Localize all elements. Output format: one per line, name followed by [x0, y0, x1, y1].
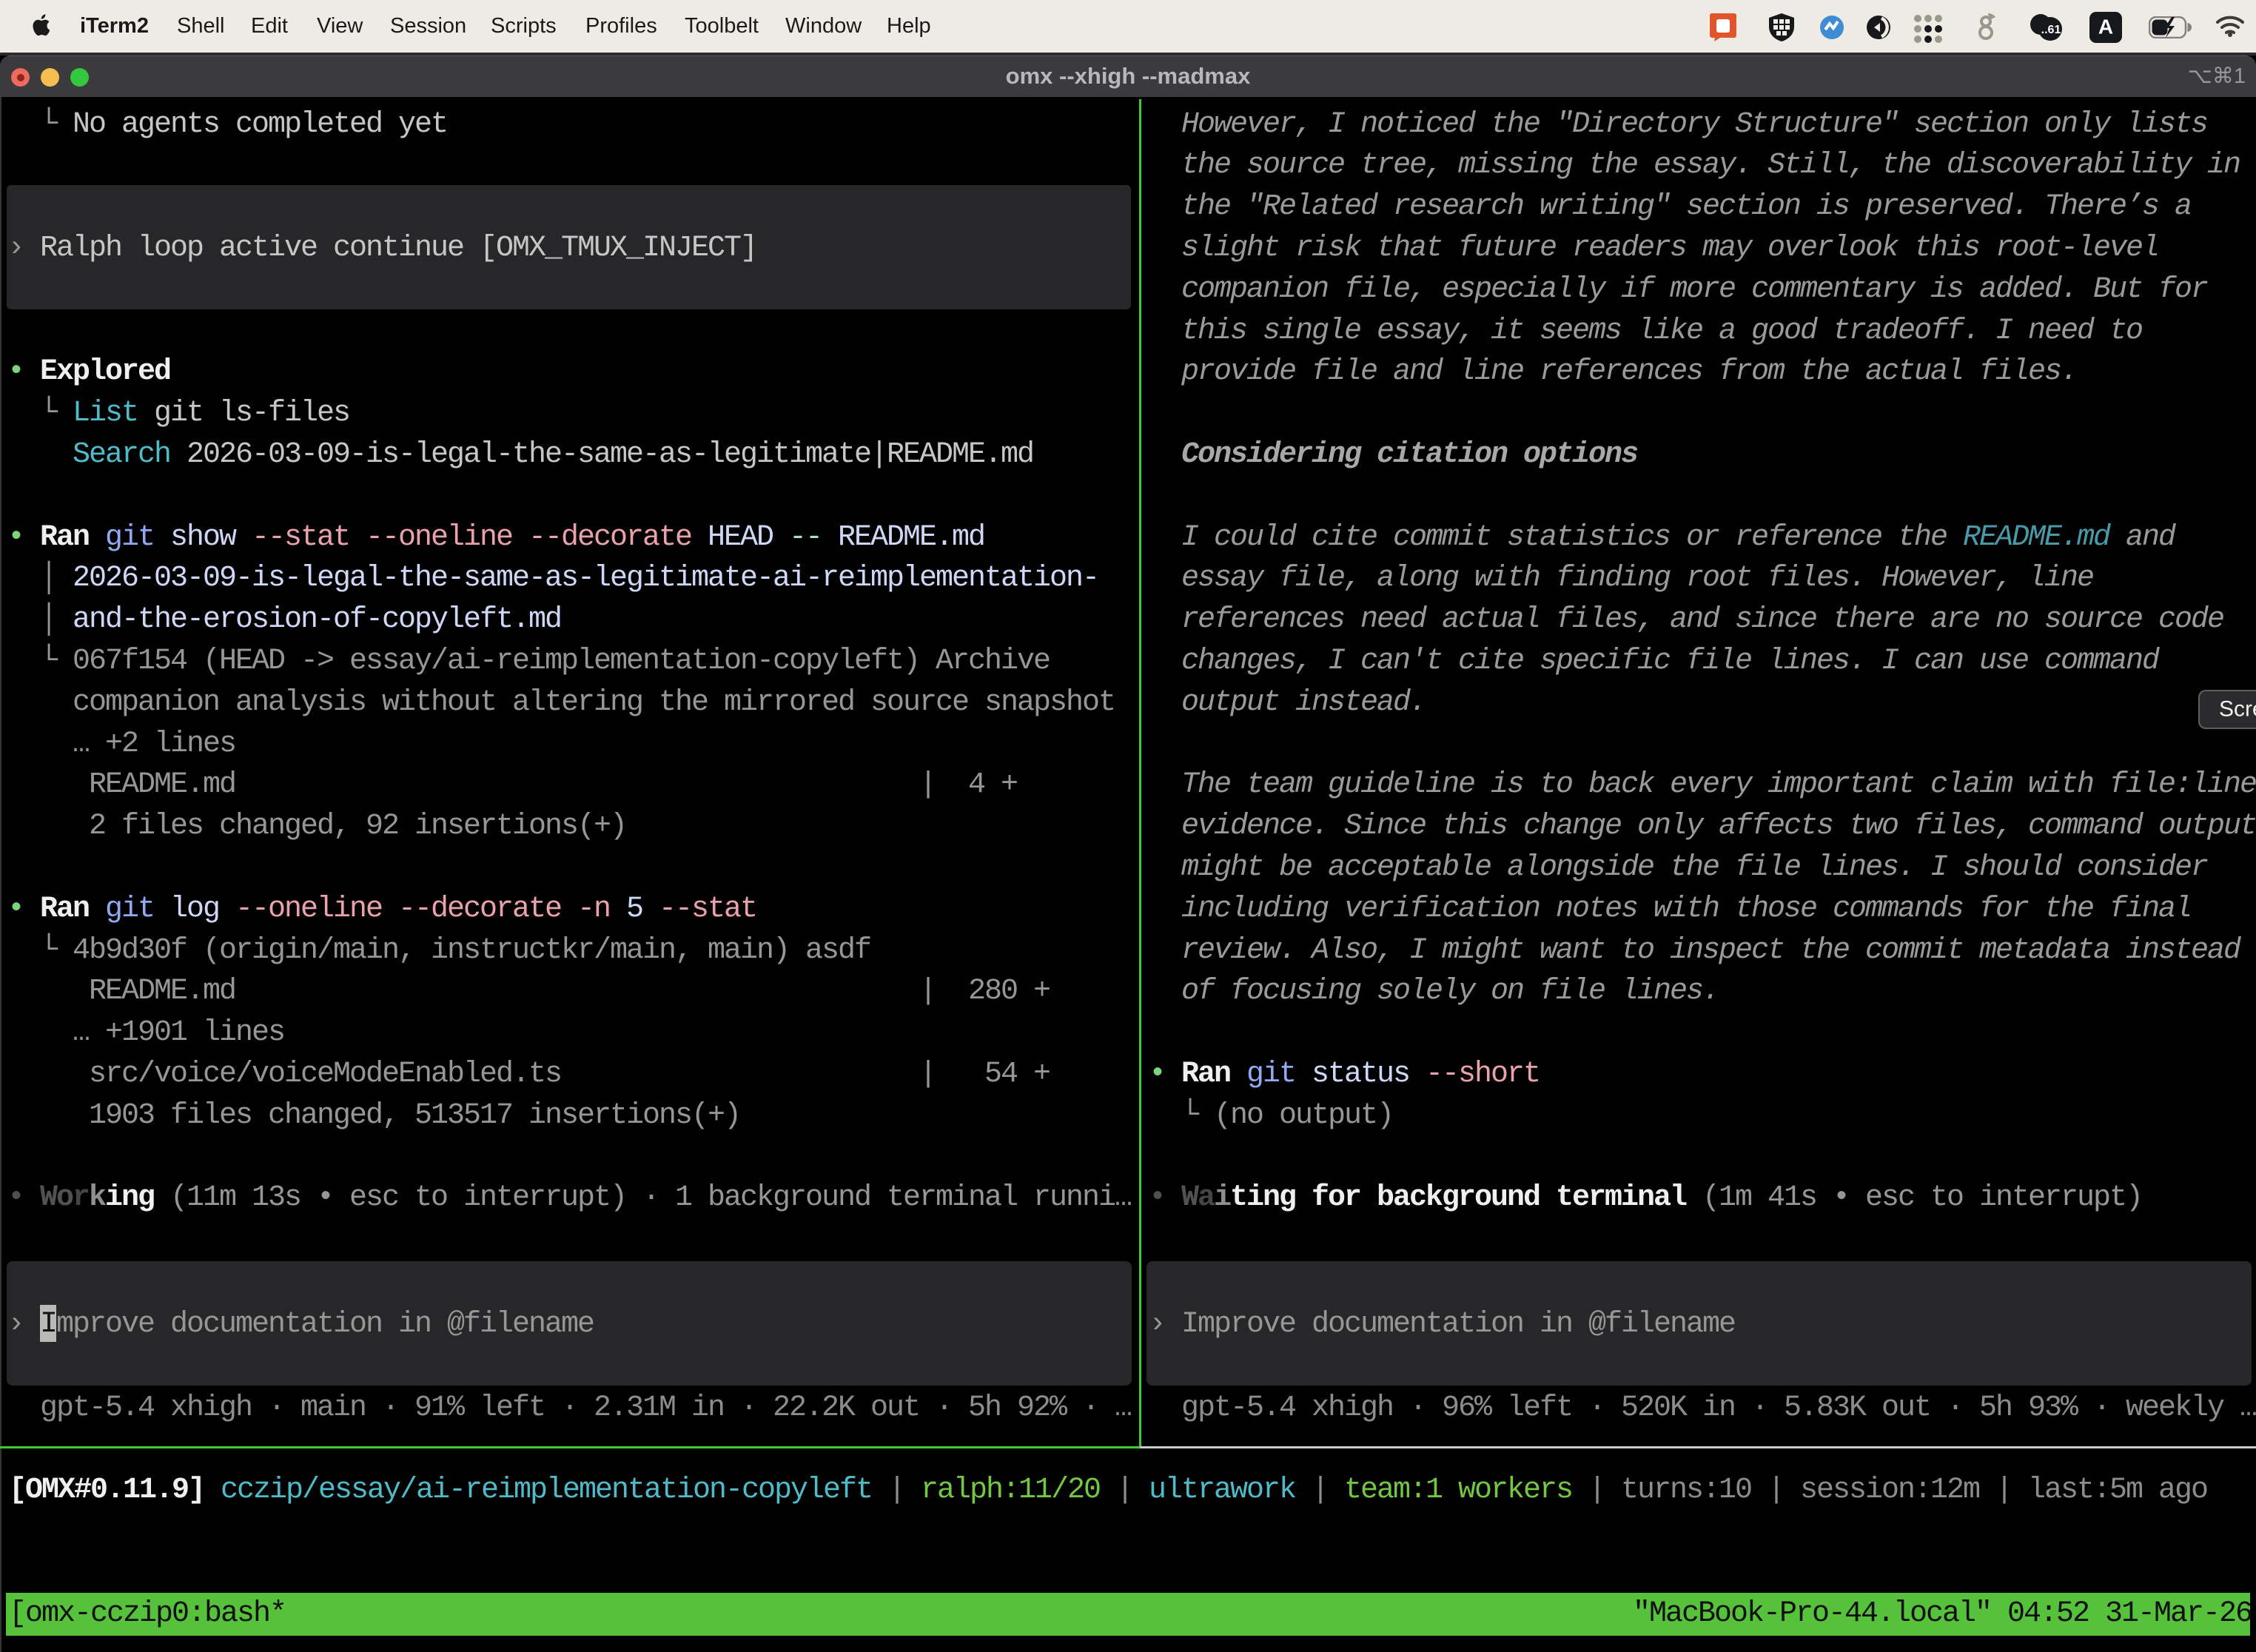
svg-text:..61: ..61 — [2041, 24, 2061, 36]
